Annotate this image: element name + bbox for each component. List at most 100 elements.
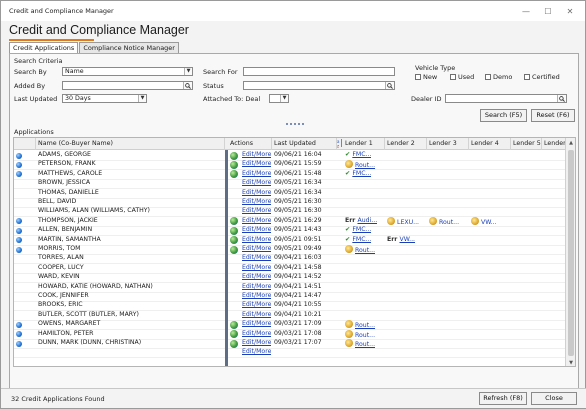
search-icon[interactable] — [385, 82, 394, 89]
table-row[interactable]: MATTHEWS, CAROLE Edit/More 09/06/21 15:48 ✔… — [14, 170, 567, 179]
search-icon[interactable] — [183, 82, 192, 89]
edit-more-link[interactable]: Edit/More — [242, 207, 271, 216]
table-row[interactable]: BUTLER, SCOTT (BUTLER, MARY) Edit/More 09/… — [14, 311, 567, 320]
edit-more-link[interactable]: Edit/More — [242, 179, 271, 188]
search-for-input[interactable] — [243, 67, 395, 76]
lender-3-cell[interactable]: Rout... — [429, 216, 459, 226]
lender-1-cell[interactable]: ✔ FMC... — [345, 151, 371, 160]
column-header-lender-2[interactable]: Lender 2 — [385, 138, 427, 150]
column-header-name[interactable]: Name (Co-Buyer Name) — [36, 138, 225, 150]
lender-link[interactable]: VW... — [399, 236, 415, 243]
lender-link[interactable]: Rout... — [355, 162, 375, 169]
vehicle-certified-checkbox[interactable] — [524, 74, 530, 80]
column-header-lender-4[interactable]: Lender 4 — [469, 138, 511, 150]
scrollbar-thumb[interactable] — [568, 150, 574, 356]
splitter-grip[interactable] — [286, 123, 306, 126]
edit-more-link[interactable]: Edit/More — [242, 311, 271, 320]
edit-more-link[interactable]: Edit/More — [242, 292, 271, 301]
tab-compliance-notice-manager[interactable]: Compliance Notice Manager — [79, 42, 179, 53]
table-row[interactable]: DUNN, MARK (DUNN, CHRISTINA) Edit/More 09/… — [14, 339, 567, 348]
edit-more-link[interactable]: Edit/More — [242, 254, 271, 263]
table-row[interactable]: COOPER, LUCY Edit/More 09/04/21 14:58 — [14, 264, 567, 273]
lender-link[interactable]: FMC... — [352, 170, 371, 177]
table-row[interactable]: HAMILTON, PETER Edit/More 09/03/21 17:08 Ro… — [14, 329, 567, 339]
column-header-lender-6[interactable]: Lender 6 — [542, 138, 567, 150]
vehicle-used-checkbox[interactable] — [450, 74, 456, 80]
last-updated-select[interactable]: 30 Days ▼ — [62, 94, 147, 103]
table-row[interactable]: MORRIS, TOM Edit/More 09/05/21 09:49 Rout..… — [14, 245, 567, 254]
added-by-input[interactable] — [62, 81, 193, 90]
tab-credit-applications[interactable]: Credit Applications — [9, 42, 79, 53]
vertical-scrollbar[interactable]: ▲ ▼ — [565, 138, 575, 366]
column-header-lender-3[interactable]: Lender 3 — [427, 138, 469, 150]
edit-more-link[interactable]: Edit/More — [242, 226, 271, 235]
edit-more-link[interactable]: Edit/More — [242, 283, 271, 292]
edit-more-link[interactable]: Edit/More — [242, 339, 271, 348]
edit-more-link[interactable]: Edit/More — [242, 198, 271, 207]
table-row[interactable]: Edit/More — [14, 348, 567, 357]
globe-icon[interactable] — [230, 217, 238, 226]
lender-1-cell[interactable]: Rout... — [345, 245, 375, 254]
globe-icon[interactable] — [230, 160, 238, 169]
globe-icon[interactable] — [230, 330, 238, 339]
search-by-select[interactable]: Name ▼ — [62, 67, 193, 76]
vehicle-demo-checkbox[interactable] — [485, 74, 491, 80]
lender-1-cell[interactable]: ✔ FMC... — [345, 236, 371, 245]
status-input[interactable] — [243, 81, 395, 90]
globe-icon[interactable] — [230, 339, 238, 348]
lender-link[interactable]: FMC... — [352, 226, 371, 233]
lender-link[interactable]: Rout... — [439, 219, 459, 226]
globe-icon[interactable] — [230, 226, 238, 235]
table-row[interactable]: PETERSON, FRANK Edit/More 09/06/21 15:59 Ro… — [14, 160, 567, 169]
lender-link[interactable]: Rout... — [355, 332, 375, 339]
column-header-lender-5[interactable]: Lender 5 — [511, 138, 542, 150]
table-row[interactable]: HOWARD, KATIE (HOWARD, NATHAN) Edit/More 0… — [14, 283, 567, 292]
scroll-up-icon[interactable]: ▲ — [566, 138, 575, 148]
lender-link[interactable]: Audi... — [357, 217, 377, 224]
dealer-id-input[interactable] — [445, 94, 567, 103]
table-row[interactable]: MARTIN, SAMANTHA Edit/More 09/05/21 09:51 ✔… — [14, 236, 567, 245]
scroll-down-icon[interactable]: ▼ — [566, 358, 575, 366]
lender-4-cell[interactable]: VW... — [471, 216, 497, 226]
globe-icon[interactable] — [230, 170, 238, 179]
lender-2-cell[interactable]: Err VW... — [387, 236, 415, 245]
close-button[interactable]: Close — [531, 392, 577, 405]
lender-1-cell[interactable]: Rout... — [345, 339, 375, 348]
table-row[interactable]: COOK, JENNIFER Edit/More 09/04/21 14:47 — [14, 292, 567, 301]
maximize-button[interactable]: ☐ — [537, 4, 559, 18]
edit-more-link[interactable]: Edit/More — [242, 217, 271, 226]
lender-1-cell[interactable]: ✔ FMC... — [345, 170, 371, 179]
lender-link[interactable]: Rout... — [355, 341, 375, 348]
globe-icon[interactable] — [230, 236, 238, 245]
table-row[interactable]: BROWN, JESSICA Edit/More 09/05/21 16:34 — [14, 179, 567, 188]
lender-link[interactable]: Rout... — [355, 322, 375, 329]
edit-more-link[interactable]: Edit/More — [242, 151, 271, 160]
table-row[interactable]: THOMPSON, JACKIE Edit/More 09/05/21 16:29 E… — [14, 216, 567, 226]
table-row[interactable]: THOMAS, DANIELLE Edit/More 09/05/21 16:34 — [14, 189, 567, 198]
lender-link[interactable]: VW... — [481, 219, 497, 226]
close-window-button[interactable]: ✕ — [559, 4, 581, 18]
minimize-button[interactable]: — — [515, 4, 537, 18]
lender-link[interactable]: FMC... — [352, 151, 371, 158]
lender-1-cell[interactable]: Err Audi... — [345, 217, 377, 226]
lender-link[interactable]: LEXU... — [397, 219, 419, 226]
edit-more-link[interactable]: Edit/More — [242, 264, 271, 273]
edit-more-link[interactable]: Edit/More — [242, 301, 271, 310]
globe-icon[interactable] — [230, 320, 238, 329]
table-row[interactable]: WILLIAMS, ALAN (WILLIAMS, CATHY) Edit/Mor… — [14, 207, 567, 216]
edit-more-link[interactable]: Edit/More — [242, 273, 271, 282]
globe-icon[interactable] — [230, 245, 238, 254]
edit-more-link[interactable]: Edit/More — [242, 170, 271, 179]
search-button[interactable]: Search (F5) — [480, 109, 527, 122]
edit-more-link[interactable]: Edit/More — [242, 189, 271, 198]
column-header-last-updated[interactable]: Last Updated — [272, 138, 337, 150]
column-header-actions[interactable]: Actions — [228, 138, 272, 150]
lender-link[interactable]: Rout... — [355, 247, 375, 254]
lender-1-cell[interactable]: ✔ FMC... — [345, 226, 371, 235]
lender-1-cell[interactable]: Rout... — [345, 329, 375, 339]
table-row[interactable]: OWENS, MARGARET Edit/More 09/03/21 17:09 Ro… — [14, 320, 567, 329]
attached-to-deal-select[interactable]: ▼ — [269, 94, 289, 103]
vehicle-new-checkbox[interactable] — [415, 74, 421, 80]
table-row[interactable]: WARD, KEVIN Edit/More 09/04/21 14:52 — [14, 273, 567, 282]
edit-more-link[interactable]: Edit/More — [242, 245, 271, 254]
